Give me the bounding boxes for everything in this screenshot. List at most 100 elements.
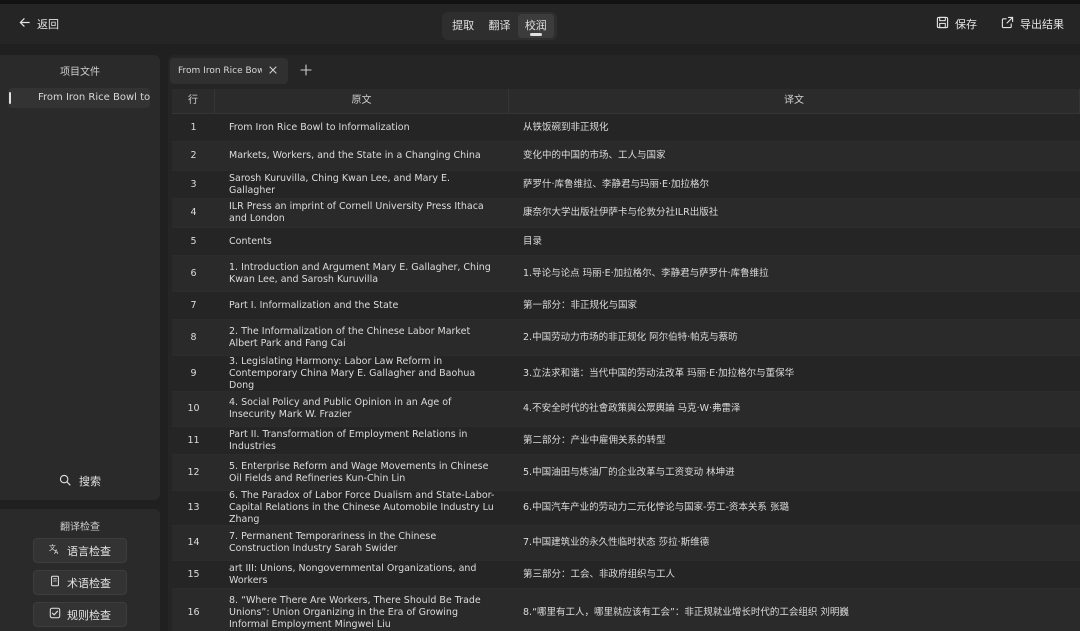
source-cell[interactable]: Part I. Informalization and the State [215, 292, 509, 319]
table-row[interactable]: 8 2. The Informalization of the Chinese … [172, 320, 1080, 356]
table-row[interactable]: 16 8. “Where There Are Workers, There Sh… [172, 589, 1080, 631]
mode-tabs: 提取 翻译 校润 [442, 12, 557, 40]
table-row[interactable]: 15 art III: Unions, Nongovernmental Orga… [172, 561, 1080, 589]
source-cell[interactable]: 5. Enterprise Reform and Wage Movements … [215, 455, 509, 490]
target-cell[interactable]: 4.不安全时代的社會政策與公眾輿論 马克·W·弗雷泽 [509, 392, 1080, 426]
add-tab-icon[interactable] [300, 64, 312, 76]
target-cell[interactable]: 3.立法求和谐：当代中国的劳动法改革 玛丽·E·加拉格尔与董保华 [509, 356, 1080, 391]
top-bar: 返回 提取 翻译 校润 保存 导出结果 [0, 4, 1080, 44]
target-cell[interactable]: 8.“哪里有工人，哪里就应该有工会”：非正规就业增长时代的工会组织 刘明巍 [509, 589, 1080, 631]
project-files-panel: 项目文件 From Iron Rice Bowl to ... 搜索 [0, 55, 160, 500]
table-row[interactable]: 13 6. The Paradox of Labor Force Dualism… [172, 490, 1080, 526]
tab-proofread[interactable]: 校润 [517, 14, 554, 38]
target-cell[interactable]: 变化中的中国的市场、工人与国家 [509, 142, 1080, 170]
target-cell[interactable]: 目录 [509, 228, 1080, 255]
target-cell[interactable]: 第三部分：工会、非政府组织与工人 [509, 561, 1080, 588]
target-cell[interactable]: 第一部分：非正规化与国家 [509, 292, 1080, 319]
row-number: 5 [190, 235, 197, 247]
table-row[interactable]: 5 Contents 目录 [172, 228, 1080, 256]
source-cell[interactable]: art III: Unions, Nongovernmental Organiz… [215, 561, 509, 588]
row-number: 13 [187, 502, 200, 513]
tab-translate[interactable]: 翻译 [481, 14, 517, 38]
back-button[interactable]: 返回 [18, 14, 59, 34]
row-number: 9 [190, 367, 197, 379]
table-body: 1 From Iron Rice Bowl to Informalization… [172, 114, 1080, 631]
row-number: 16 [187, 606, 200, 618]
source-cell[interactable]: Markets, Workers, and the State in a Cha… [215, 142, 509, 170]
editor-panel: From Iron Rice Bowl t 行 原文 译文 1 From Iro… [168, 55, 1080, 631]
project-files-title: 项目文件 [60, 67, 100, 78]
table-row[interactable]: 12 5. Enterprise Reform and Wage Movemen… [172, 455, 1080, 491]
target-cell[interactable]: 2.中国劳动力市场的非正规化 阿尔伯特·帕克与蔡昉 [509, 320, 1080, 355]
translation-table: 行 原文 译文 1 From Iron Rice Bowl to Informa… [172, 89, 1080, 631]
row-number: 6 [190, 267, 197, 279]
language-check-label: 语言检查 [67, 544, 111, 558]
row-number: 12 [187, 466, 200, 478]
language-check-button[interactable]: 文A 语言检查 [33, 538, 127, 563]
table-row[interactable]: 7 Part I. Informalization and the State … [172, 292, 1080, 320]
table-row[interactable]: 4 ILR Press an imprint of Cornell Univer… [172, 199, 1080, 228]
source-cell[interactable]: 3. Legislating Harmony: Labor Law Reform… [215, 356, 509, 391]
table-row[interactable]: 10 4. Social Policy and Public Opinion i… [172, 392, 1080, 427]
source-cell[interactable]: Sarosh Kuruvilla, Ching Kwan Lee, and Ma… [215, 171, 509, 198]
translation-check-title: 翻译检查 [60, 522, 100, 533]
target-cell[interactable]: 6.中国汽车产业的劳动力二元化悖论与国家-劳工-资本关系 张璐 [509, 491, 1080, 525]
file-item[interactable]: From Iron Rice Bowl to ... [8, 88, 150, 108]
document-tab[interactable]: From Iron Rice Bowl t [170, 58, 288, 84]
language-icon: 文A [49, 543, 61, 558]
table-row[interactable]: 3 Sarosh Kuruvilla, Ching Kwan Lee, and … [172, 171, 1080, 199]
row-number: 8 [190, 331, 197, 343]
target-cell[interactable]: 7.中国建筑业的永久性临时状态 莎拉·斯维德 [509, 526, 1080, 560]
target-cell[interactable]: 5.中国油田与炼油厂的企业改革与工资变动 林坤进 [509, 455, 1080, 490]
search-label: 搜索 [79, 475, 101, 488]
row-number: 7 [190, 299, 197, 311]
source-cell[interactable]: 6. The Paradox of Labor Force Dualism an… [215, 490, 509, 525]
rule-check-label: 规则检查 [67, 608, 111, 622]
target-cell[interactable]: 从铁饭碗到非正规化 [509, 114, 1080, 141]
row-number: 14 [187, 537, 200, 548]
rule-check-button[interactable]: 规则检查 [33, 602, 127, 627]
save-button[interactable]: 保存 [936, 14, 977, 34]
document-tabs: From Iron Rice Bowl t [168, 55, 1080, 87]
target-cell[interactable]: 1.导论与论点 玛丽·E·加拉格尔、李静君与萨罗什·库鲁维拉 [509, 256, 1080, 291]
source-cell[interactable]: Part II. Transformation of Employment Re… [215, 427, 509, 454]
source-cell[interactable]: From Iron Rice Bowl to Informalization [215, 114, 509, 141]
close-icon[interactable] [268, 65, 278, 75]
table-row[interactable]: 2 Markets, Workers, and the State in a C… [172, 142, 1080, 171]
source-cell[interactable]: 4. Social Policy and Public Opinion in a… [215, 392, 509, 426]
source-cell[interactable]: Contents [215, 228, 509, 255]
save-icon [936, 16, 949, 32]
search-icon [59, 474, 71, 489]
term-check-label: 术语检查 [67, 576, 111, 590]
tab-extract[interactable]: 提取 [445, 14, 481, 38]
table-row[interactable]: 6 1. Introduction and Argument Mary E. G… [172, 256, 1080, 292]
checkbox-icon [49, 607, 61, 622]
row-number: 11 [187, 434, 200, 446]
top-actions: 保存 导出结果 [936, 14, 1064, 34]
table-row[interactable]: 9 3. Legislating Harmony: Labor Law Refo… [172, 356, 1080, 392]
arrow-left-icon [18, 16, 31, 32]
row-number-header: 行 [172, 89, 215, 113]
share-icon [1001, 16, 1014, 32]
row-number: 10 [187, 403, 200, 414]
source-cell[interactable]: ILR Press an imprint of Cornell Universi… [215, 199, 509, 227]
target-cell[interactable]: 萨罗什·库鲁维拉、李静君与玛丽·E·加拉格尔 [509, 171, 1080, 198]
source-cell[interactable]: 8. “Where There Are Workers, There Shoul… [215, 589, 509, 631]
svg-text:A: A [54, 549, 59, 555]
source-cell[interactable]: 2. The Informalization of the Chinese La… [215, 320, 509, 355]
table-row[interactable]: 1 From Iron Rice Bowl to Informalization… [172, 114, 1080, 142]
term-check-button[interactable]: 术语检查 [33, 570, 127, 595]
target-cell[interactable]: 康奈尔大学出版社伊萨卡与伦敦分社ILR出版社 [509, 199, 1080, 227]
row-number: 1 [190, 121, 197, 133]
row-number: 3 [190, 178, 197, 190]
export-button[interactable]: 导出结果 [1001, 14, 1064, 34]
target-cell[interactable]: 第二部分：产业中雇佣关系的转型 [509, 427, 1080, 454]
save-label: 保存 [955, 18, 977, 31]
table-header: 行 原文 译文 [172, 89, 1080, 114]
table-row[interactable]: 11 Part II. Transformation of Employment… [172, 427, 1080, 455]
source-cell[interactable]: 1. Introduction and Argument Mary E. Gal… [215, 256, 509, 291]
back-label: 返回 [37, 18, 59, 31]
table-row[interactable]: 14 7. Permanent Temporariness in the Chi… [172, 526, 1080, 561]
search-button[interactable]: 搜索 [0, 473, 160, 489]
source-cell[interactable]: 7. Permanent Temporariness in the Chines… [215, 526, 509, 560]
